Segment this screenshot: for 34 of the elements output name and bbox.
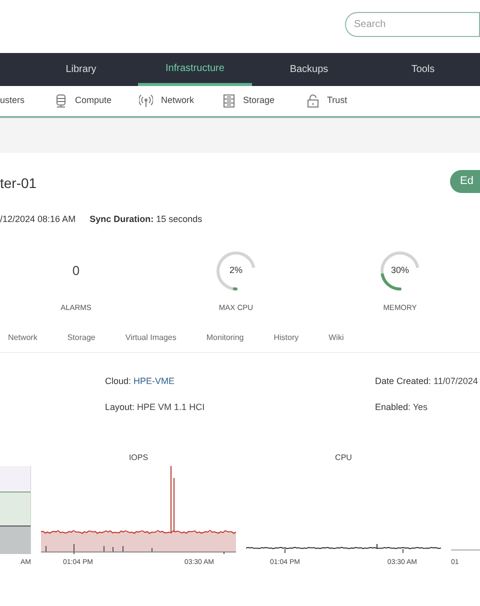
- sub-nav-item[interactable]: usters: [0, 94, 55, 108]
- sub-nav-item[interactable]: Compute: [55, 94, 139, 108]
- search-field[interactable]: Search: [345, 12, 480, 37]
- detail-tab[interactable]: History: [274, 332, 299, 344]
- gauge-value: 30%: [390, 264, 409, 278]
- sub-nav-item[interactable]: Trust: [307, 94, 391, 108]
- detail-field: Enabled: Yes: [375, 400, 480, 414]
- detail-tab[interactable]: Monitoring: [206, 332, 244, 344]
- sync-duration: Sync Duration: 15 seconds: [90, 213, 202, 226]
- sub-nav-item[interactable]: Storage: [223, 94, 307, 108]
- cluster-title: ter-01: [0, 174, 37, 192]
- line-chart: [451, 549, 480, 551]
- chart-title: CPU: [335, 452, 352, 464]
- chart-title: IOPS: [128, 452, 148, 464]
- detail-field: Date Created: 11/07/2024: [375, 375, 480, 388]
- cloud-link[interactable]: HPE-VME: [134, 376, 175, 386]
- cabinet-icon: [223, 94, 235, 108]
- nav-tab[interactable]: Library: [24, 53, 138, 86]
- detail-tab[interactable]: Storage: [67, 332, 96, 344]
- last-sync-time: /12/2024 08:16 AM: [0, 213, 76, 226]
- alarm-count: 0: [72, 262, 80, 280]
- nav-tab[interactable]: Backups: [252, 53, 366, 86]
- detail-tab[interactable]: Wiki: [328, 332, 344, 344]
- padlock-icon: [307, 94, 319, 108]
- detail-tab[interactable]: Virtual Images: [125, 332, 176, 344]
- sub-nav-item[interactable]: Network: [139, 94, 223, 108]
- nav-tab[interactable]: Tools: [366, 53, 480, 86]
- server-icon: [55, 94, 67, 108]
- detail-tab[interactable]: Network: [8, 332, 38, 344]
- detail-field: Layout: HPE VM 1.1 HCI: [105, 400, 375, 414]
- antenna-icon: [139, 94, 153, 108]
- nav-tab[interactable]: Infrastructure: [138, 53, 252, 86]
- gauge-value: 2%: [229, 264, 242, 278]
- detail-field: Cloud: HPE-VME: [105, 375, 375, 388]
